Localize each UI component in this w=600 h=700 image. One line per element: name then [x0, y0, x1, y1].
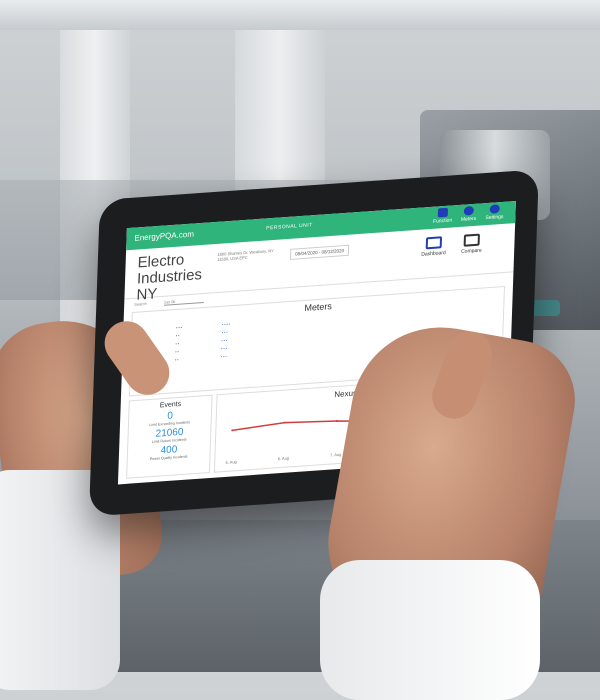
meter-incident-links[interactable]: • • • • • • • • • • • • • • • •	[221, 320, 230, 361]
background-ceiling-beam	[0, 0, 600, 30]
nav-meters-button[interactable]: Meters	[455, 205, 481, 223]
events-panel: Events 0 Limit Exceeding Incidents 21060…	[126, 394, 213, 479]
gear-icon	[489, 204, 500, 214]
nav-function-button[interactable]: Function	[430, 207, 456, 225]
nav-label: Function	[432, 217, 453, 225]
nav-label: Meters	[460, 215, 477, 223]
site-address: 1800 Shames Dr. Westbury, NY 11590, USA …	[217, 247, 274, 262]
dashboard-label: Dashboard	[421, 250, 446, 258]
gauge-icon	[463, 205, 474, 216]
compare-button[interactable]: Compare	[454, 233, 489, 255]
nav-label: Settings	[485, 213, 504, 222]
monitor-icon	[425, 236, 443, 250]
x-tick-label: 6. Aug	[278, 455, 289, 461]
compare-label: Compare	[461, 247, 482, 255]
meter-info-column: • • • • • • • • • • •	[174, 325, 182, 363]
account-label: PERSONAL UNIT	[266, 222, 313, 232]
search-input[interactable]: Set 0k	[163, 296, 205, 306]
date-range-picker[interactable]: 08/04/2020 - 08/12/2020	[289, 244, 350, 260]
compare-icon	[463, 233, 480, 247]
dashboard-button[interactable]: Dashboard	[416, 236, 451, 258]
building-icon	[437, 207, 449, 218]
nav-settings-button[interactable]: Settings	[481, 204, 507, 222]
x-tick-label: 7. Aug	[330, 452, 341, 458]
data-point	[231, 429, 234, 432]
right-sleeve	[320, 560, 540, 700]
search-label: Search	[134, 300, 147, 307]
brand-logo[interactable]: EnergyPQA.com	[134, 230, 194, 243]
data-point	[283, 421, 286, 424]
x-tick-label: 5. Aug	[225, 459, 236, 465]
